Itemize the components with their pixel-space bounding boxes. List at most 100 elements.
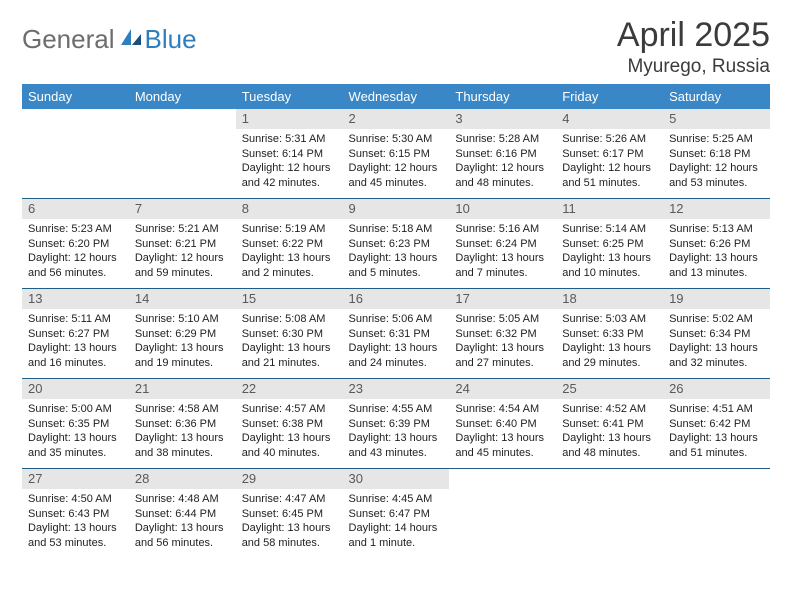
calendar-cell-empty <box>22 109 129 199</box>
sunrise-line: Sunrise: 4:50 AM <box>28 492 123 507</box>
day-details: Sunrise: 4:48 AMSunset: 6:44 PMDaylight:… <box>129 489 236 555</box>
sunset-line: Sunset: 6:16 PM <box>455 147 550 162</box>
day-details: Sunrise: 5:02 AMSunset: 6:34 PMDaylight:… <box>663 309 770 375</box>
calendar-cell: 12 Sunrise: 5:13 AMSunset: 6:26 PMDayligh… <box>663 198 770 288</box>
sunset-line: Sunset: 6:17 PM <box>562 147 657 162</box>
day-details: Sunrise: 5:26 AMSunset: 6:17 PMDaylight:… <box>556 129 663 195</box>
day-details: Sunrise: 5:28 AMSunset: 6:16 PMDaylight:… <box>449 129 556 195</box>
day-details: Sunrise: 5:00 AMSunset: 6:35 PMDaylight:… <box>22 399 129 465</box>
day-details: Sunrise: 5:10 AMSunset: 6:29 PMDaylight:… <box>129 309 236 375</box>
sunrise-line: Sunrise: 5:26 AM <box>562 132 657 147</box>
day-details: Sunrise: 5:21 AMSunset: 6:21 PMDaylight:… <box>129 219 236 285</box>
sunset-line: Sunset: 6:41 PM <box>562 417 657 432</box>
calendar-cell: 3Sunrise: 5:28 AMSunset: 6:16 PMDaylight… <box>449 109 556 199</box>
calendar-cell: 14Sunrise: 5:10 AMSunset: 6:29 PMDayligh… <box>129 288 236 378</box>
sunrise-line: Sunrise: 4:55 AM <box>349 402 444 417</box>
sunrise-line: Sunrise: 5:10 AM <box>135 312 230 327</box>
sunrise-line: Sunrise: 5:03 AM <box>562 312 657 327</box>
sunrise-line: Sunrise: 4:52 AM <box>562 402 657 417</box>
calendar-cell: 21Sunrise: 4:58 AMSunset: 6:36 PMDayligh… <box>129 378 236 468</box>
sunrise-line: Sunrise: 5:11 AM <box>28 312 123 327</box>
daylight-line: Daylight: 13 hours and 51 minutes. <box>669 431 764 461</box>
daylight-line: Daylight: 12 hours and 42 minutes. <box>242 161 337 191</box>
sunrise-line: Sunrise: 4:48 AM <box>135 492 230 507</box>
daylight-line: Daylight: 13 hours and 16 minutes. <box>28 341 123 371</box>
sunset-line: Sunset: 6:24 PM <box>455 237 550 252</box>
calendar-cell: 10 Sunrise: 5:16 AMSunset: 6:24 PMDayligh… <box>449 198 556 288</box>
day-details: Sunrise: 4:57 AMSunset: 6:38 PMDaylight:… <box>236 399 343 465</box>
calendar-cell: 2Sunrise: 5:30 AMSunset: 6:15 PMDaylight… <box>343 109 450 199</box>
day-number: 27 <box>22 469 129 489</box>
sunset-line: Sunset: 6:42 PM <box>669 417 764 432</box>
day-details: Sunrise: 5:30 AMSunset: 6:15 PMDaylight:… <box>343 129 450 195</box>
daylight-line: Daylight: 12 hours and 48 minutes. <box>455 161 550 191</box>
sunset-line: Sunset: 6:45 PM <box>242 507 337 522</box>
daylight-line: Daylight: 13 hours and 58 minutes. <box>242 521 337 551</box>
daylight-line: Daylight: 13 hours and 13 minutes. <box>669 251 764 281</box>
calendar-row: 20Sunrise: 5:00 AMSunset: 6:35 PMDayligh… <box>22 378 770 468</box>
sunrise-line: Sunrise: 4:54 AM <box>455 402 550 417</box>
day-number: 10 <box>449 199 556 219</box>
sunrise-line: Sunrise: 5:16 AM <box>455 222 550 237</box>
logo-sail-icon <box>119 27 143 52</box>
calendar-cell: 5Sunrise: 5:25 AMSunset: 6:18 PMDaylight… <box>663 109 770 199</box>
day-number: 9 <box>343 199 450 219</box>
daylight-line: Daylight: 13 hours and 53 minutes. <box>28 521 123 551</box>
calendar-cell: 22Sunrise: 4:57 AMSunset: 6:38 PMDayligh… <box>236 378 343 468</box>
daylight-line: Daylight: 13 hours and 7 minutes. <box>455 251 550 281</box>
sunset-line: Sunset: 6:34 PM <box>669 327 764 342</box>
logo-text-general: General <box>22 24 115 55</box>
sunrise-line: Sunrise: 5:08 AM <box>242 312 337 327</box>
sunrise-line: Sunrise: 5:28 AM <box>455 132 550 147</box>
day-number: 15 <box>236 289 343 309</box>
day-number: 7 <box>129 199 236 219</box>
day-details: Sunrise: 4:55 AMSunset: 6:39 PMDaylight:… <box>343 399 450 465</box>
day-number: 19 <box>663 289 770 309</box>
sunrise-line: Sunrise: 4:47 AM <box>242 492 337 507</box>
calendar-cell: 17Sunrise: 5:05 AMSunset: 6:32 PMDayligh… <box>449 288 556 378</box>
sunrise-line: Sunrise: 5:18 AM <box>349 222 444 237</box>
calendar-body: 1Sunrise: 5:31 AMSunset: 6:14 PMDaylight… <box>22 109 770 558</box>
day-number: 30 <box>343 469 450 489</box>
day-number: 12 <box>663 199 770 219</box>
sunrise-line: Sunrise: 5:25 AM <box>669 132 764 147</box>
sunset-line: Sunset: 6:38 PM <box>242 417 337 432</box>
calendar-cell: 13 Sunrise: 5:11 AMSunset: 6:27 PMDayligh… <box>22 288 129 378</box>
sunset-line: Sunset: 6:27 PM <box>28 327 123 342</box>
day-number: 13 <box>22 289 129 309</box>
day-number: 18 <box>556 289 663 309</box>
daylight-line: Daylight: 13 hours and 48 minutes. <box>562 431 657 461</box>
sunrise-line: Sunrise: 5:21 AM <box>135 222 230 237</box>
weekday-tuesday: Tuesday <box>236 84 343 109</box>
calendar-cell: 20Sunrise: 5:00 AMSunset: 6:35 PMDayligh… <box>22 378 129 468</box>
day-details: Sunrise: 5:06 AMSunset: 6:31 PMDaylight:… <box>343 309 450 375</box>
sunset-line: Sunset: 6:44 PM <box>135 507 230 522</box>
calendar-cell: 25Sunrise: 4:52 AMSunset: 6:41 PMDayligh… <box>556 378 663 468</box>
day-details: Sunrise: 5:25 AMSunset: 6:18 PMDaylight:… <box>663 129 770 195</box>
sunset-line: Sunset: 6:22 PM <box>242 237 337 252</box>
daylight-line: Daylight: 12 hours and 45 minutes. <box>349 161 444 191</box>
sunset-line: Sunset: 6:21 PM <box>135 237 230 252</box>
calendar-cell: 18Sunrise: 5:03 AMSunset: 6:33 PMDayligh… <box>556 288 663 378</box>
daylight-line: Daylight: 13 hours and 45 minutes. <box>455 431 550 461</box>
weekday-saturday: Saturday <box>663 84 770 109</box>
daylight-line: Daylight: 13 hours and 32 minutes. <box>669 341 764 371</box>
sunset-line: Sunset: 6:25 PM <box>562 237 657 252</box>
sunrise-line: Sunrise: 5:13 AM <box>669 222 764 237</box>
sunset-line: Sunset: 6:40 PM <box>455 417 550 432</box>
calendar-cell: 11Sunrise: 5:14 AMSunset: 6:25 PMDayligh… <box>556 198 663 288</box>
sunset-line: Sunset: 6:20 PM <box>28 237 123 252</box>
daylight-line: Daylight: 14 hours and 1 minute. <box>349 521 444 551</box>
weekday-sunday: Sunday <box>22 84 129 109</box>
sunset-line: Sunset: 6:18 PM <box>669 147 764 162</box>
day-details: Sunrise: 4:51 AMSunset: 6:42 PMDaylight:… <box>663 399 770 465</box>
sunset-line: Sunset: 6:26 PM <box>669 237 764 252</box>
day-details: Sunrise: 5:05 AMSunset: 6:32 PMDaylight:… <box>449 309 556 375</box>
sunrise-line: Sunrise: 5:00 AM <box>28 402 123 417</box>
weekday-monday: Monday <box>129 84 236 109</box>
sunset-line: Sunset: 6:30 PM <box>242 327 337 342</box>
daylight-line: Daylight: 13 hours and 38 minutes. <box>135 431 230 461</box>
sunrise-line: Sunrise: 5:06 AM <box>349 312 444 327</box>
day-number: 17 <box>449 289 556 309</box>
calendar-row: 13Sunrise: 5:11 AMSunset: 6:27 PMDayligh… <box>22 288 770 378</box>
